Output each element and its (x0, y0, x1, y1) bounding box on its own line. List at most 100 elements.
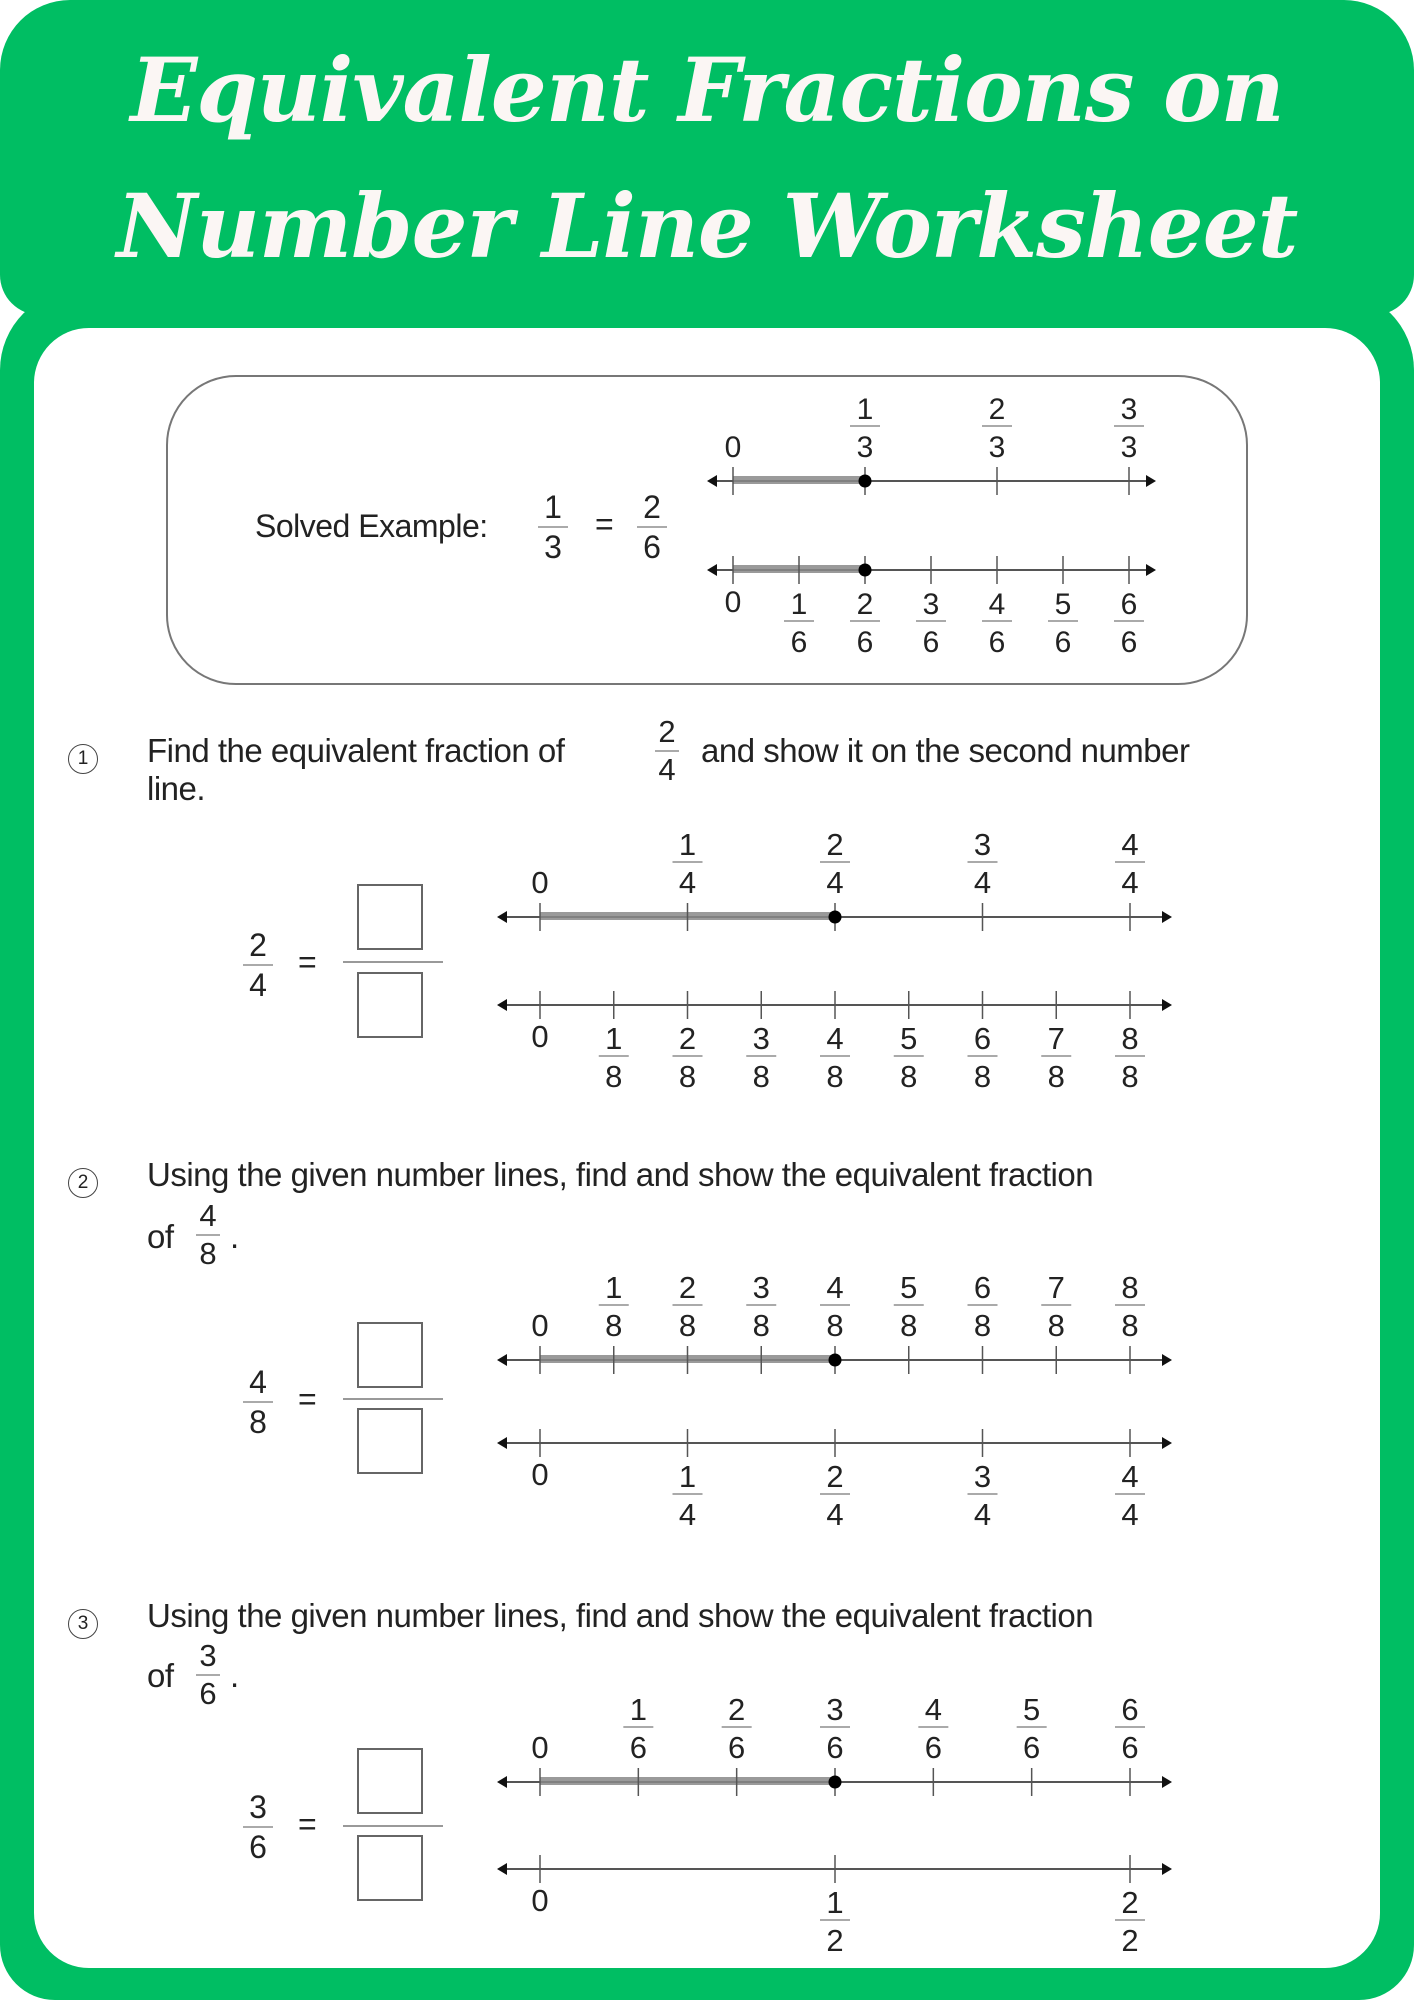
question-2-number: 2 (68, 1168, 98, 1198)
question-2-fraction: 48 (196, 1200, 220, 1270)
tick-label-denominator: 8 (974, 1308, 991, 1343)
question-1-text-start: Find the equivalent fraction of (147, 732, 565, 769)
tick-label-numerator: 6 (974, 1021, 991, 1056)
tick-label-denominator: 4 (826, 865, 843, 900)
example-number-line-sixths: 0 1 6 2 6 3 6 4 6 5 6 6 6 (707, 556, 1156, 659)
tick-label-numerator: 1 (679, 827, 696, 862)
tick-label-denominator: 8 (900, 1308, 917, 1343)
fraction-bar (343, 1398, 443, 1400)
numerator: 2 (643, 489, 661, 525)
question-2-number-line-fourths: 0 14243444 (497, 1429, 1172, 1532)
tick-label-denominator: 4 (974, 865, 991, 900)
tick-label-zero: 0 (531, 1019, 548, 1054)
tick-label-numerator: 6 (1121, 1692, 1138, 1727)
tick-label-zero: 0 (531, 865, 548, 900)
tick-label-denominator: 6 (1121, 626, 1138, 659)
right-arrow-icon (1162, 1776, 1172, 1788)
tick-label-numerator: 5 (900, 1270, 917, 1305)
question-2-lhs-fraction: 48 (243, 1365, 273, 1439)
question-1-number: 1 (68, 744, 98, 774)
tick-label-numerator: 2 (826, 827, 843, 862)
question-2-numerator-answer-box[interactable] (357, 1322, 423, 1388)
tick-label-denominator: 8 (605, 1308, 622, 1343)
left-arrow-icon (707, 564, 717, 576)
question-3-denominator-answer-box[interactable] (357, 1835, 423, 1901)
example-rhs-fraction: 26 (637, 490, 667, 564)
tick-label-denominator: 6 (925, 1730, 942, 1765)
question-3-text: Using the given number lines, find and s… (147, 1597, 1094, 1634)
right-arrow-icon (1162, 1437, 1172, 1449)
solved-example-label: Solved Example: (255, 508, 488, 544)
tick-label-numerator: 4 (989, 588, 1006, 621)
question-3-numerator-answer-box[interactable] (357, 1748, 423, 1814)
left-arrow-icon (497, 1776, 507, 1788)
tick-label-numerator: 4 (826, 1021, 843, 1056)
left-arrow-icon (497, 1863, 507, 1875)
numerator: 3 (199, 1638, 217, 1673)
shaded-segment (540, 1777, 835, 1785)
tick-label-numerator: 4 (1121, 827, 1138, 862)
tick-label-denominator: 6 (1023, 1730, 1040, 1765)
denominator: 4 (658, 752, 676, 787)
equals-sign: = (595, 506, 614, 542)
numerator: 1 (544, 489, 562, 525)
denominator: 8 (199, 1236, 217, 1271)
tick-label-denominator: 6 (630, 1730, 647, 1765)
header-banner: Equivalent Fractions on Number Line Work… (0, 0, 1414, 315)
tick-label-denominator: 2 (1121, 1923, 1138, 1958)
question-2-text-of: of (147, 1218, 174, 1255)
tick-label-denominator: 8 (679, 1308, 696, 1343)
tick-label-numerator: 8 (1121, 1021, 1138, 1056)
tick-label-numerator: 3 (1121, 393, 1138, 426)
numerator: 3 (249, 1789, 267, 1825)
tick-label-zero: 0 (725, 431, 742, 464)
tick-label-numerator: 6 (974, 1270, 991, 1305)
tick-label-denominator: 6 (1121, 1730, 1138, 1765)
tick-label-denominator: 8 (1048, 1308, 1065, 1343)
question-1-lhs-fraction: 24 (243, 928, 273, 1002)
right-arrow-icon (1162, 999, 1172, 1011)
question-1-numerator-answer-box[interactable] (357, 884, 423, 950)
tick-label-numerator: 3 (753, 1021, 770, 1056)
fraction-bar (343, 1825, 443, 1827)
question-1-fraction: 24 (655, 716, 679, 786)
question-1-text-end: and show it on the second number (701, 732, 1190, 769)
question-3-number-line-sixths: 0162636465666 (497, 1692, 1172, 1796)
tick-label-numerator: 3 (974, 1459, 991, 1494)
question-2-denominator-answer-box[interactable] (357, 1408, 423, 1474)
marked-point (828, 1353, 842, 1367)
numerator: 2 (249, 927, 267, 963)
question-1-denominator-answer-box[interactable] (357, 972, 423, 1038)
left-arrow-icon (497, 1354, 507, 1366)
question-2-number-line-eighths: 01828384858687888 (497, 1270, 1172, 1374)
question-1-text-line2: line. (147, 770, 206, 807)
tick-label-numerator: 8 (1121, 1270, 1138, 1305)
marked-point (828, 1775, 842, 1789)
tick-label-denominator: 4 (1121, 1497, 1138, 1532)
tick-label-numerator: 2 (857, 588, 874, 621)
tick-label-numerator: 2 (989, 393, 1006, 426)
example-number-line-thirds: 0 1 3 2 3 3 3 (707, 393, 1156, 495)
tick-label-numerator: 2 (1121, 1885, 1138, 1920)
tick-label-denominator: 6 (857, 626, 874, 659)
tick-label-numerator: 4 (1121, 1459, 1138, 1494)
tick-label-numerator: 5 (1023, 1692, 1040, 1727)
tick-label-denominator: 3 (989, 431, 1006, 464)
page-title: Equivalent Fractions on Number Line Work… (0, 22, 1414, 294)
tick-label-numerator: 7 (1048, 1021, 1065, 1056)
numerator: 4 (249, 1364, 267, 1400)
right-arrow-icon (1162, 911, 1172, 923)
tick-label-numerator: 5 (900, 1021, 917, 1056)
shaded-segment (733, 476, 865, 484)
tick-label-numerator: 3 (974, 827, 991, 862)
tick-label-denominator: 4 (679, 1497, 696, 1532)
tick-label-numerator: 1 (791, 588, 808, 621)
tick-label-numerator: 1 (679, 1459, 696, 1494)
tick-label-numerator: 1 (826, 1885, 843, 1920)
tick-label-numerator: 2 (826, 1459, 843, 1494)
tick-label-numerator: 4 (925, 1692, 942, 1727)
tick-label-denominator: 8 (605, 1059, 622, 1094)
tick-label-zero: 0 (531, 1730, 548, 1765)
denominator: 3 (544, 529, 562, 565)
tick-label-zero: 0 (531, 1457, 548, 1492)
